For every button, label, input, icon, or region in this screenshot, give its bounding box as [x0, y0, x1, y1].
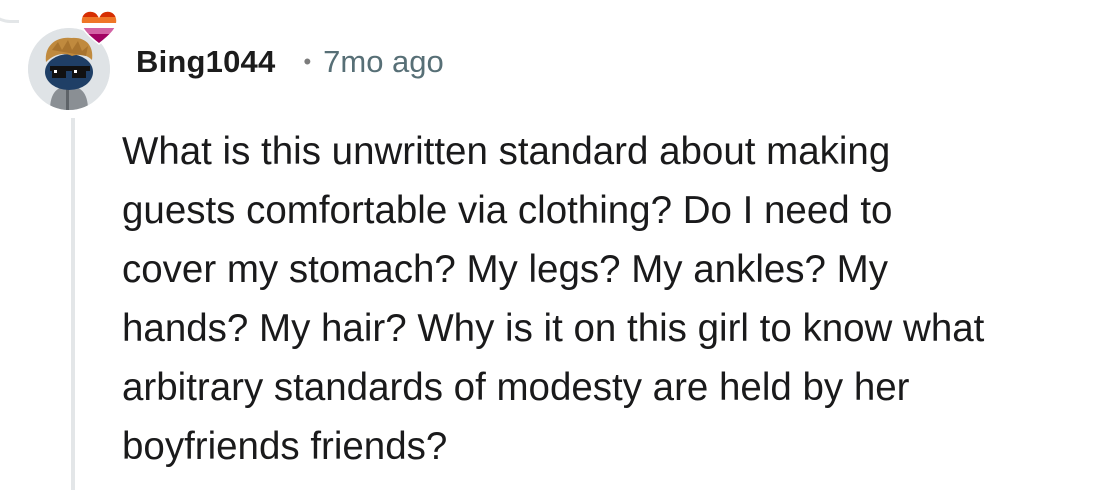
comment-header: Bing1044 • 7mo ago	[136, 40, 444, 84]
thread-line[interactable]	[71, 118, 75, 490]
username-link[interactable]: Bing1044	[136, 44, 275, 80]
timestamp[interactable]: 7mo ago	[323, 44, 444, 80]
comment: Bing1044 • 7mo ago What is this unwritte…	[0, 0, 1113, 490]
rainbow-heart-icon	[80, 10, 118, 46]
comment-body: What is this unwritten standard about ma…	[122, 130, 985, 468]
separator-dot: •	[303, 49, 312, 74]
thread-connector-curve	[0, 0, 19, 23]
